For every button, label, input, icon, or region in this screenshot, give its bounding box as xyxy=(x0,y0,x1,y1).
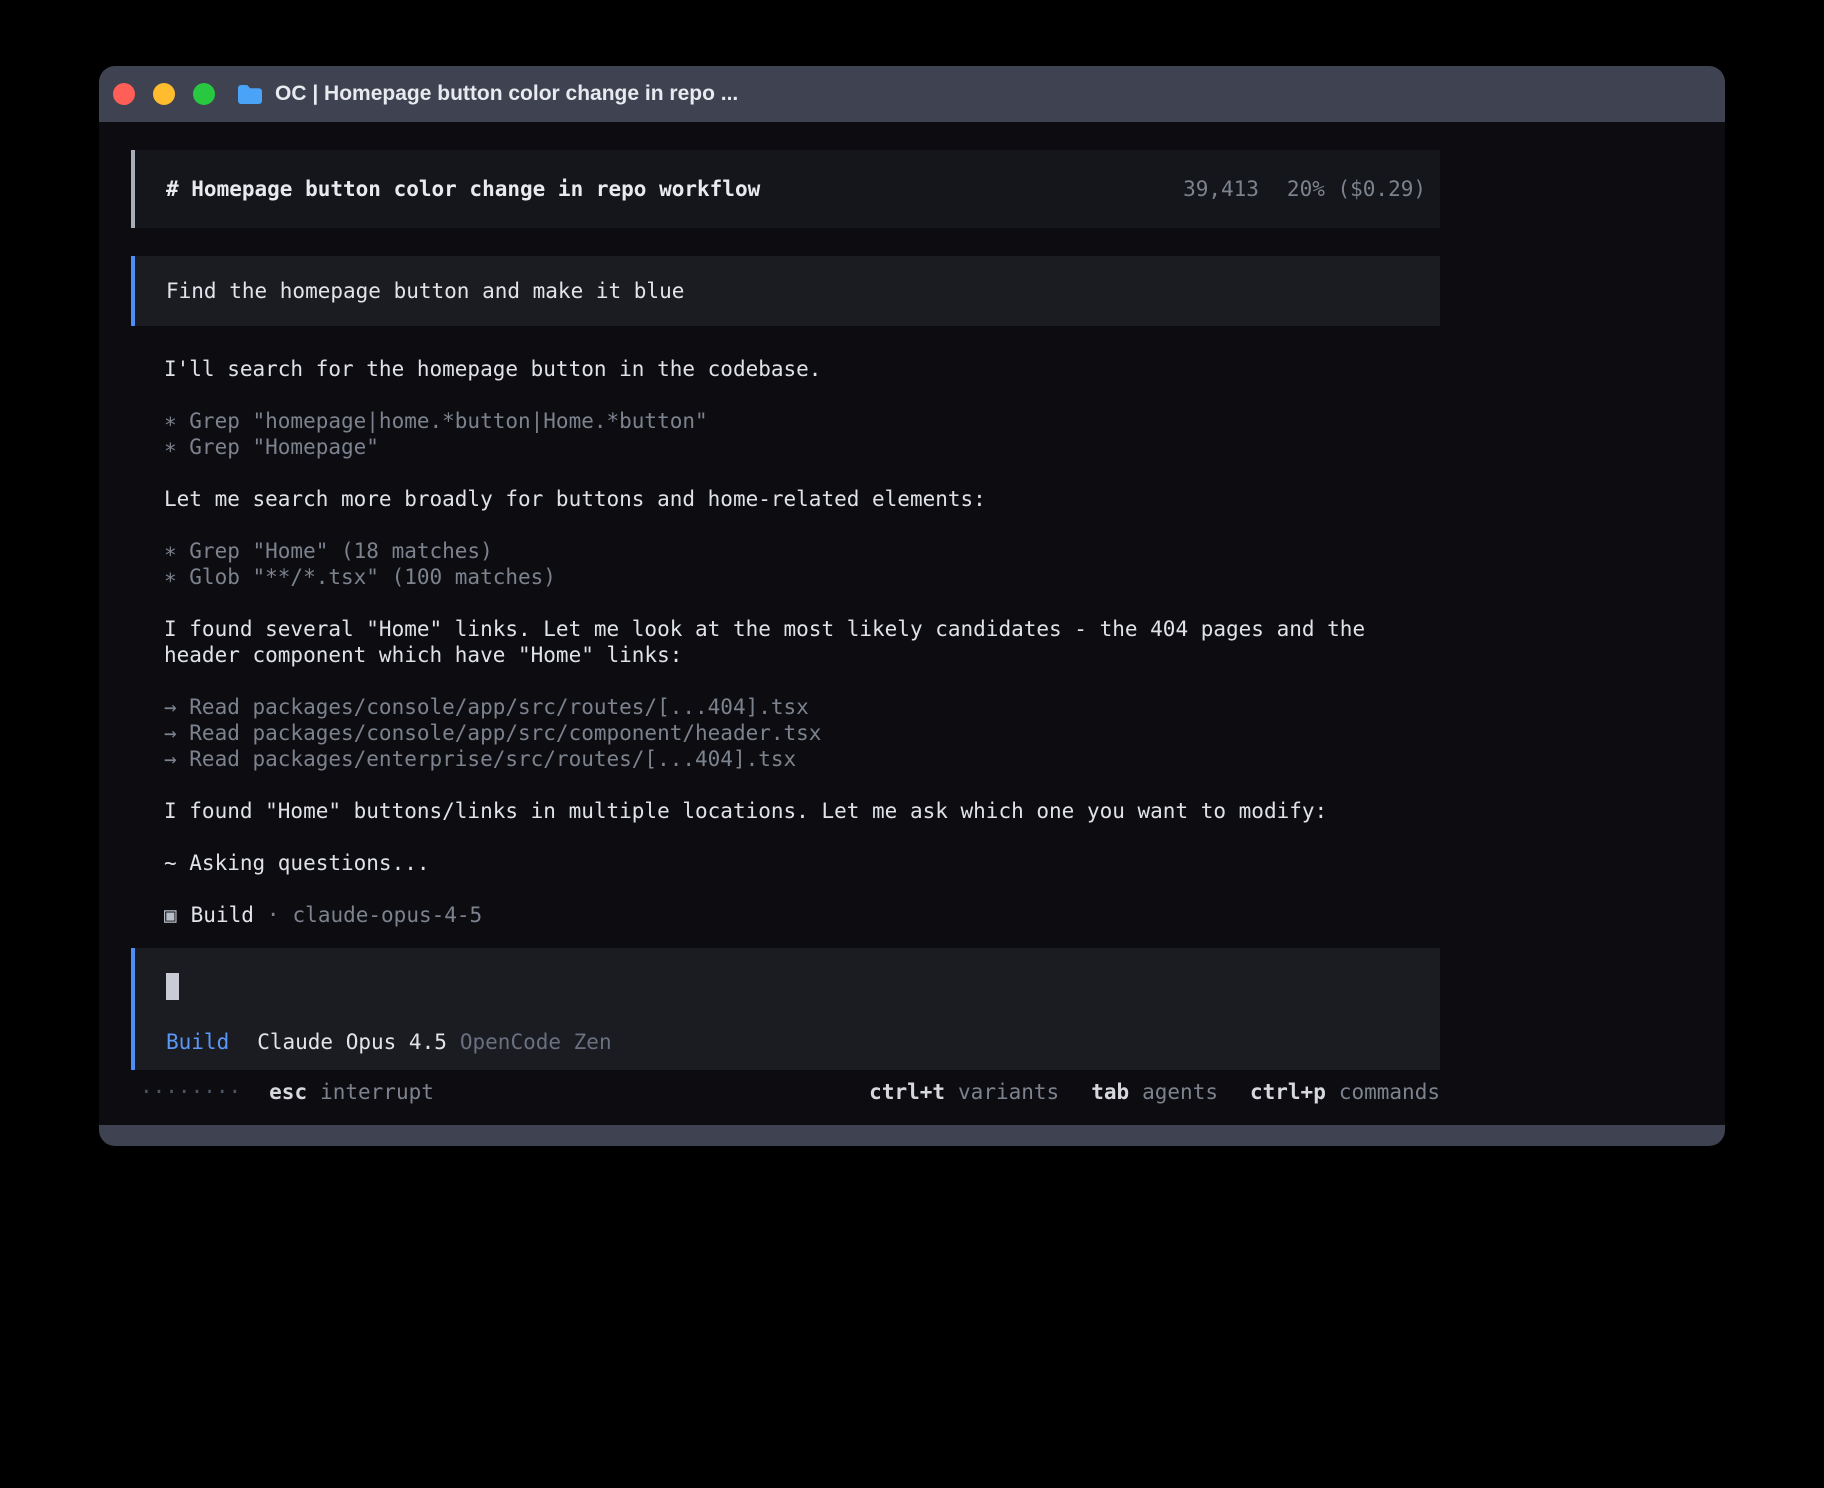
conversation: I'll search for the homepage button in t… xyxy=(131,356,1427,928)
status-bar-right: ctrl+t variants tab agents ctrl+p comman… xyxy=(869,1079,1440,1105)
shortcut-label-agents: agents xyxy=(1142,1079,1218,1105)
assistant-text: I found several "Home" links. Let me loo… xyxy=(164,616,1427,668)
shortcut-variants: ctrl+t variants xyxy=(869,1079,1059,1105)
assistant-text: I found "Home" buttons/links in multiple… xyxy=(164,798,1427,824)
window-titlebar[interactable]: OC | Homepage button color change in rep… xyxy=(99,66,1725,122)
terminal-window: OC | Homepage button color change in rep… xyxy=(99,66,1725,1146)
tool-call-read: → Read packages/console/app/src/componen… xyxy=(164,720,1427,746)
model-label[interactable]: Claude Opus 4.5 xyxy=(257,1029,447,1055)
asking-status: ~ Asking questions... xyxy=(164,850,1427,876)
tool-call-grep: ∗ Grep "Homepage" xyxy=(164,434,1427,460)
window-bottom-edge xyxy=(99,1125,1725,1146)
shortcut-label-variants: variants xyxy=(958,1079,1059,1105)
window-title-text: OC | Homepage button color change in rep… xyxy=(275,82,738,106)
shortcut-agents: tab agents xyxy=(1091,1079,1218,1105)
shortcut-commands: ctrl+p commands xyxy=(1250,1079,1440,1105)
status-bar-left: ········ esc interrupt xyxy=(131,1079,434,1105)
agent-name: Build xyxy=(191,902,254,928)
tool-call-group: → Read packages/console/app/src/routes/[… xyxy=(164,694,1427,772)
close-button[interactable] xyxy=(113,83,135,105)
tool-call-group: ∗ Grep "Home" (18 matches) ∗ Glob "**/*.… xyxy=(164,538,1427,590)
session-title: # Homepage button color change in repo w… xyxy=(166,177,760,201)
agent-mode-label[interactable]: Build xyxy=(166,1029,229,1055)
tool-call-read: → Read packages/enterprise/src/routes/[.… xyxy=(164,746,1427,772)
terminal-body: # Homepage button color change in repo w… xyxy=(99,122,1725,1125)
shortcut-label-commands: commands xyxy=(1339,1079,1440,1105)
tool-call-read: → Read packages/console/app/src/routes/[… xyxy=(164,694,1427,720)
prompt-input[interactable]: Build Claude Opus 4.5 OpenCode Zen xyxy=(131,948,1440,1070)
progress-dots: ········ xyxy=(140,1079,241,1105)
traffic-lights xyxy=(113,83,215,105)
shortcut-key-esc: esc xyxy=(269,1079,307,1105)
shortcut-key-ctrl-p: ctrl+p xyxy=(1250,1079,1326,1105)
zoom-button[interactable] xyxy=(193,83,215,105)
minimize-button[interactable] xyxy=(153,83,175,105)
shortcut-key-tab: tab xyxy=(1091,1079,1129,1105)
provider-label: OpenCode Zen xyxy=(460,1029,612,1055)
tool-call-grep: ∗ Grep "homepage|home.*button|Home.*butt… xyxy=(164,408,1427,434)
user-message-text: Find the homepage button and make it blu… xyxy=(166,279,684,303)
tool-call-grep: ∗ Grep "Home" (18 matches) xyxy=(164,538,1427,564)
agent-icon: ▣ xyxy=(164,902,177,928)
token-count: 39,413 xyxy=(1183,177,1259,201)
assistant-text: I'll search for the homepage button in t… xyxy=(164,356,1427,382)
window-title: OC | Homepage button color change in rep… xyxy=(237,82,738,106)
shortcut-key-ctrl-t: ctrl+t xyxy=(869,1079,945,1105)
status-bar: ········ esc interrupt ctrl+t variants t… xyxy=(131,1079,1440,1105)
shortcut-label-interrupt: interrupt xyxy=(320,1079,434,1105)
tool-call-glob: ∗ Glob "**/*.tsx" (100 matches) xyxy=(164,564,1427,590)
agent-model: claude-opus-4-5 xyxy=(293,902,483,928)
session-stats: 39,413 20% ($0.29) xyxy=(1183,177,1426,201)
session-header: # Homepage button color change in repo w… xyxy=(131,150,1440,228)
tool-call-group: ∗ Grep "homepage|home.*button|Home.*butt… xyxy=(164,408,1427,460)
text-cursor xyxy=(166,973,179,1000)
context-cost: 20% ($0.29) xyxy=(1287,177,1426,201)
user-message: Find the homepage button and make it blu… xyxy=(131,256,1440,326)
agent-status-line: ▣ Build · claude-opus-4-5 xyxy=(164,902,1427,928)
input-meta: Build Claude Opus 4.5 OpenCode Zen xyxy=(166,1029,1440,1055)
assistant-text: Let me search more broadly for buttons a… xyxy=(164,486,1427,512)
folder-icon xyxy=(237,83,263,105)
separator-dot: · xyxy=(267,902,280,928)
